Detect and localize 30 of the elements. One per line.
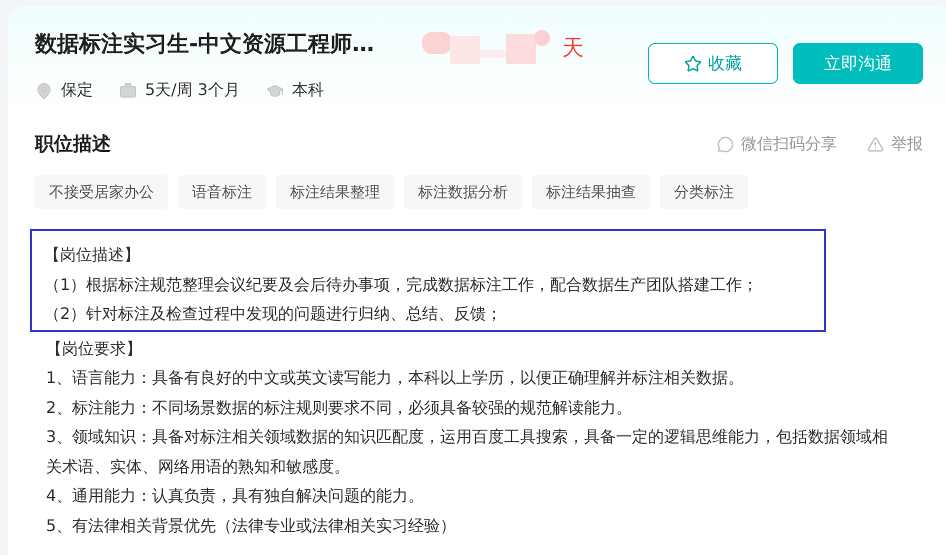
job-title: 数据标注实习生-中文资源工程师…	[35, 31, 374, 59]
map-pin-icon	[35, 82, 53, 100]
favorite-button[interactable]: 收藏	[648, 43, 778, 84]
section-title: 职位描述	[35, 132, 111, 157]
job-meta-text: 5天/周 3个月	[145, 80, 240, 101]
share-link[interactable]: 微信扫码分享	[717, 134, 837, 154]
description-line: 【岗位描述】	[44, 244, 141, 266]
description-line: 1、语言能力：具备有良好的中文或英文读写能力，本科以上学历，以便正确理解并标注相关数据。	[46, 367, 746, 389]
description-line: 【岗位要求】	[46, 338, 143, 360]
job-meta-text: 保定	[61, 80, 93, 101]
skill-tag: 标注结果抽查	[532, 175, 650, 209]
skill-tag: 标注结果整理	[276, 175, 394, 209]
speech-bubble-icon	[717, 136, 734, 152]
skill-tag: 不接受居家办公	[35, 175, 168, 209]
salary-unit: 天	[562, 35, 584, 63]
report-link[interactable]: 举报	[867, 134, 923, 154]
skill-tag: 分类标注	[660, 175, 748, 209]
briefcase-icon	[119, 82, 137, 100]
description-line: 4、通用能力：认真负责，具有独自解决问题的能力。	[46, 485, 426, 507]
skill-tag: 标注数据分析	[404, 175, 522, 209]
job-meta-text: 本科	[292, 80, 324, 101]
description-line: 5、有法律相关背景优先（法律专业或法律相关实习经验）	[46, 514, 458, 536]
description-line: 2、标注能力：不同场景数据的标注规则要求不同，必须具备较强的规范解读能力。	[46, 396, 634, 418]
description-line: （1）根据标注规范整理会议纪要及会后待办事项，完成数据标注工作，配合数据生产团队搭建工作；	[44, 274, 760, 296]
description-line: （2）针对标注及检查过程中发现的问题进行归纳、总结、反馈；	[44, 303, 504, 325]
description-line: 3、领域知识：具备对标注相关领域数据的知识匹配度，运用百度工具搜索，具备一定的逻辑思维能力，包括数据领域相关术语、实体、网络用语的熟知和敏感度。	[46, 426, 890, 478]
star-icon	[684, 54, 702, 72]
skill-tag: 语音标注	[178, 175, 266, 209]
warning-icon	[867, 136, 884, 152]
chat-button[interactable]: 立即沟通	[793, 43, 923, 84]
